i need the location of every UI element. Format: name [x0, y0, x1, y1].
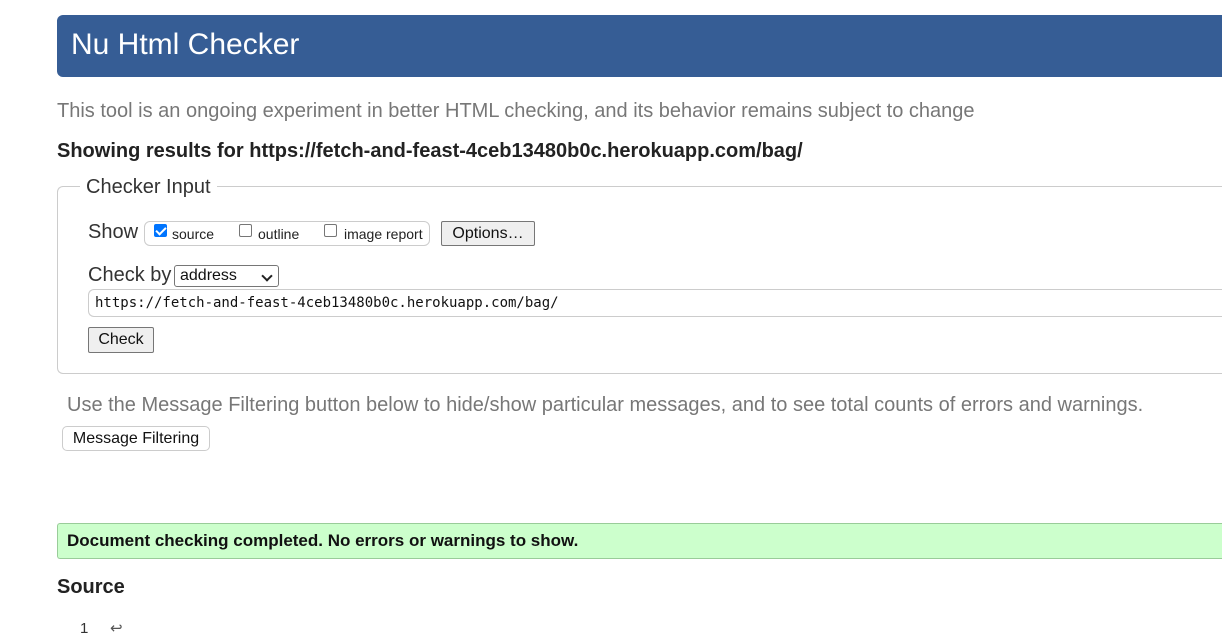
- outline-checkbox-label[interactable]: outline: [258, 226, 299, 242]
- source-line: 1 ↩: [80, 620, 123, 638]
- url-input-value: https://fetch-and-feast-4ceb13480b0c.her…: [95, 295, 559, 311]
- page-header: Nu Html Checker: [57, 15, 1222, 77]
- status-banner: Document checking completed. No errors o…: [57, 523, 1222, 559]
- page-title: Nu Html Checker: [71, 28, 300, 61]
- options-button[interactable]: Options…: [441, 221, 535, 246]
- check-button[interactable]: Check: [88, 327, 154, 353]
- checker-input-fieldset: Checker Input Show source outline image …: [57, 175, 1222, 374]
- intro-text: This tool is an ongoing experiment in be…: [57, 100, 975, 122]
- checker-input-legend: Checker Input: [80, 175, 217, 199]
- return-icon: ↩: [110, 620, 123, 637]
- results-for-heading: Showing results for https://fetch-and-fe…: [57, 140, 803, 162]
- image-report-checkbox-label[interactable]: image report: [344, 226, 423, 242]
- chevron-down-icon: [261, 270, 273, 282]
- show-options-group: source outline image report: [144, 221, 430, 246]
- message-filtering-hint: Use the Message Filtering button below t…: [67, 394, 1144, 416]
- source-heading: Source: [57, 576, 125, 598]
- check-by-select-value: address: [180, 267, 237, 284]
- source-checkbox[interactable]: [154, 224, 167, 237]
- outline-checkbox[interactable]: [239, 224, 252, 237]
- source-checkbox-label[interactable]: source: [172, 226, 214, 242]
- show-label: Show: [88, 221, 139, 243]
- image-report-checkbox[interactable]: [324, 224, 337, 237]
- status-message: Document checking completed. No errors o…: [67, 531, 579, 550]
- message-filtering-button[interactable]: Message Filtering: [62, 426, 210, 451]
- line-number: 1: [80, 620, 89, 637]
- check-by-label: Check by: [88, 264, 172, 286]
- url-input[interactable]: https://fetch-and-feast-4ceb13480b0c.her…: [88, 289, 1222, 317]
- check-by-select[interactable]: address: [174, 265, 279, 287]
